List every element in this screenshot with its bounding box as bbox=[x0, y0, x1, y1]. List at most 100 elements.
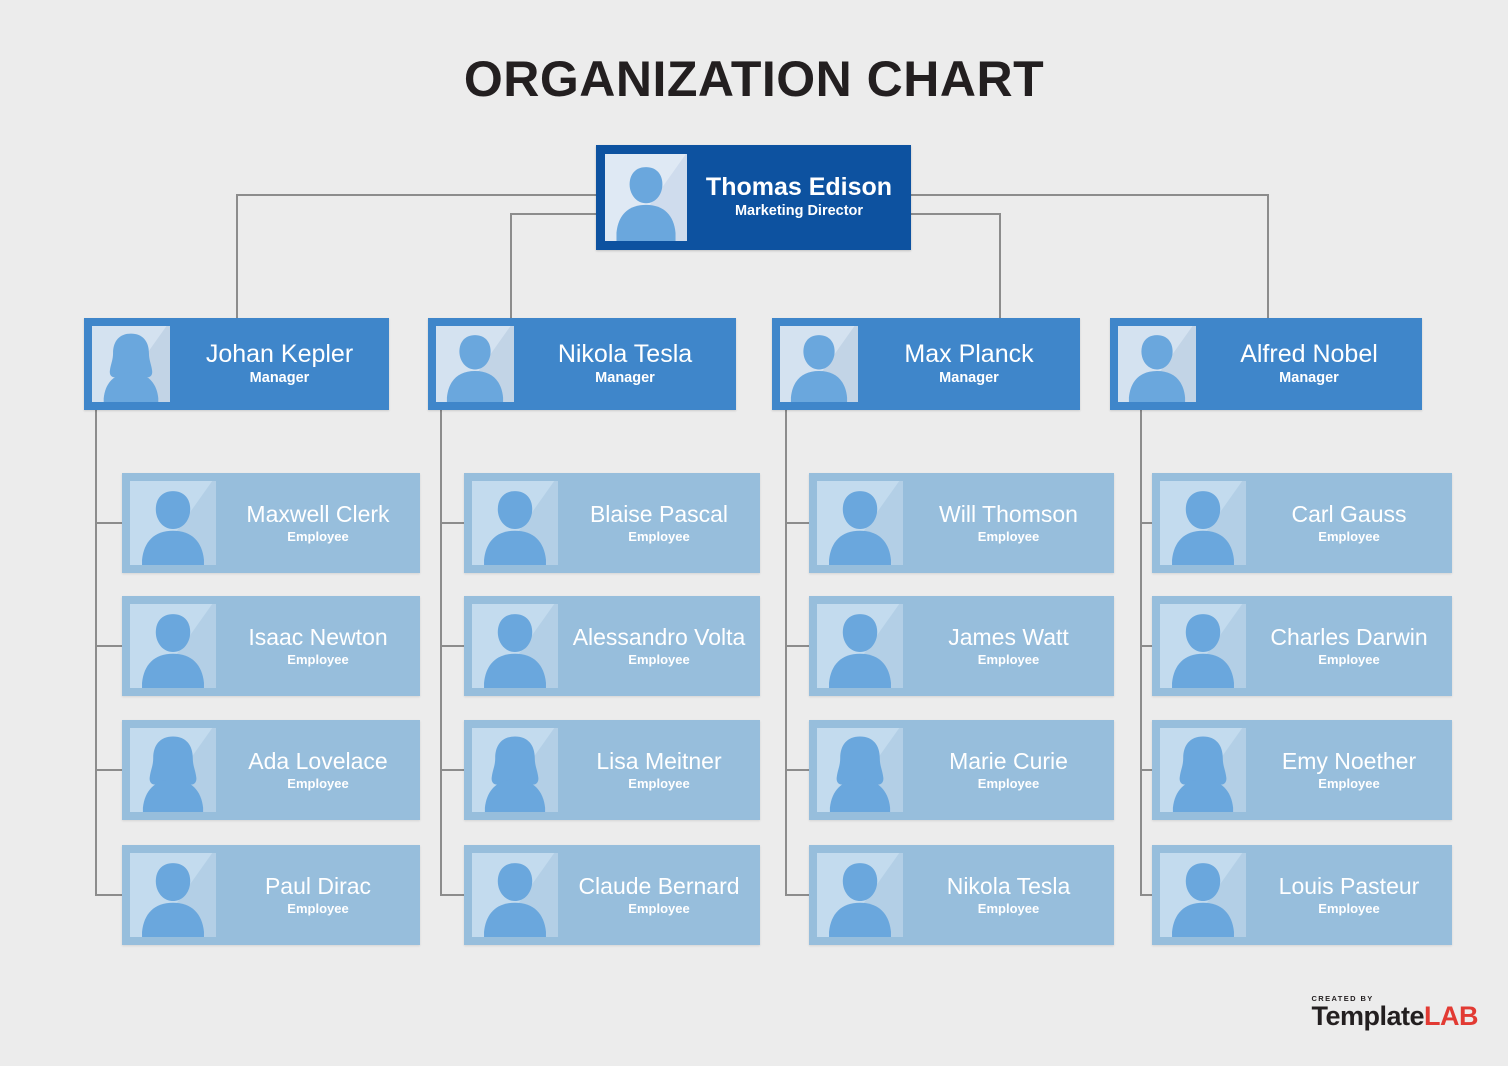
connector-column-3-stub-4 bbox=[785, 894, 809, 896]
org-node-employee-1-4[interactable]: Paul Dirac Employee bbox=[122, 845, 420, 945]
org-node-manager-1-labels: Johan Kepler Manager bbox=[170, 318, 389, 410]
org-node-name: Alessandro Volta bbox=[572, 623, 746, 650]
connector-column-3-stub-3 bbox=[785, 769, 809, 771]
org-node-name: Maxwell Clerk bbox=[246, 500, 390, 527]
male-avatar-icon bbox=[472, 604, 558, 688]
org-node-employee-4-2[interactable]: Charles Darwin Employee bbox=[1152, 596, 1452, 696]
org-node-name: Carl Gauss bbox=[1291, 500, 1407, 527]
female-avatar-icon bbox=[817, 728, 903, 812]
org-node-employee-3-4-labels: Nikola Tesla Employee bbox=[903, 845, 1114, 945]
org-node-employee-1-2-labels: Isaac Newton Employee bbox=[216, 596, 420, 696]
org-node-employee-1-3[interactable]: Ada Lovelace Employee bbox=[122, 720, 420, 820]
org-node-employee-4-3[interactable]: Emy Noether Employee bbox=[1152, 720, 1452, 820]
org-node-name: Thomas Edison bbox=[705, 173, 893, 202]
org-node-employee-1-1-labels: Maxwell Clerk Employee bbox=[216, 473, 420, 573]
org-node-employee-3-4[interactable]: Nikola Tesla Employee bbox=[809, 845, 1114, 945]
org-node-employee-2-1[interactable]: Blaise Pascal Employee bbox=[464, 473, 760, 573]
org-node-role: Employee bbox=[287, 900, 349, 916]
org-node-employee-1-1[interactable]: Maxwell Clerk Employee bbox=[122, 473, 420, 573]
org-node-employee-2-4[interactable]: Claude Bernard Employee bbox=[464, 845, 760, 945]
org-node-name: Will Thomson bbox=[939, 500, 1078, 527]
org-node-name: Alfred Nobel bbox=[1240, 339, 1378, 368]
org-node-manager-4[interactable]: Alfred Nobel Manager bbox=[1110, 318, 1422, 410]
connector-column-2-spine bbox=[440, 410, 442, 896]
male-avatar-icon bbox=[1160, 853, 1246, 937]
org-node-manager-3-labels: Max Planck Manager bbox=[858, 318, 1080, 410]
org-node-name: Claude Bernard bbox=[578, 872, 740, 899]
connector-column-2-stub-4 bbox=[440, 894, 464, 896]
org-node-employee-1-2[interactable]: Isaac Newton Employee bbox=[122, 596, 420, 696]
org-node-employee-4-3-labels: Emy Noether Employee bbox=[1246, 720, 1452, 820]
org-node-role: Manager bbox=[249, 369, 310, 386]
org-node-employee-2-1-labels: Blaise Pascal Employee bbox=[558, 473, 760, 573]
org-node-name: Ada Lovelace bbox=[248, 747, 388, 774]
male-avatar-icon bbox=[817, 604, 903, 688]
connector-root-to-col4-v bbox=[1267, 194, 1269, 318]
connector-column-3-stub-2 bbox=[785, 645, 809, 647]
org-node-role: Employee bbox=[628, 651, 690, 667]
female-avatar-icon bbox=[472, 728, 558, 812]
org-node-role: Manager bbox=[1279, 369, 1339, 386]
org-node-employee-1-3-labels: Ada Lovelace Employee bbox=[216, 720, 420, 820]
male-avatar-icon bbox=[1160, 604, 1246, 688]
org-node-role: Employee bbox=[287, 528, 349, 544]
page-title: ORGANIZATION CHART bbox=[463, 51, 1045, 107]
org-node-employee-2-3[interactable]: Lisa Meitner Employee bbox=[464, 720, 760, 820]
org-node-employee-2-2[interactable]: Alessandro Volta Employee bbox=[464, 596, 760, 696]
org-node-root[interactable]: Thomas Edison Marketing Director bbox=[596, 145, 911, 250]
connector-column-1-stub-3 bbox=[95, 769, 122, 771]
org-node-name: James Watt bbox=[948, 623, 1069, 650]
logo-wordmark: TemplateLAB bbox=[1311, 1003, 1478, 1030]
male-avatar-icon bbox=[472, 481, 558, 565]
female-avatar-icon bbox=[1160, 728, 1246, 812]
org-node-manager-2-labels: Nikola Tesla Manager bbox=[514, 318, 736, 410]
org-node-manager-2[interactable]: Nikola Tesla Manager bbox=[428, 318, 736, 410]
male-avatar-icon bbox=[130, 853, 216, 937]
org-node-employee-2-3-labels: Lisa Meitner Employee bbox=[558, 720, 760, 820]
connector-root-to-col4-h bbox=[911, 194, 1269, 196]
connector-column-4-stub-4 bbox=[1140, 894, 1152, 896]
org-node-name: Johan Kepler bbox=[205, 339, 354, 368]
org-node-employee-1-4-labels: Paul Dirac Employee bbox=[216, 845, 420, 945]
org-node-name: Max Planck bbox=[904, 339, 1034, 368]
org-node-manager-3[interactable]: Max Planck Manager bbox=[772, 318, 1080, 410]
org-node-role: Employee bbox=[1318, 528, 1380, 544]
org-node-employee-4-4[interactable]: Louis Pasteur Employee bbox=[1152, 845, 1452, 945]
male-avatar-icon bbox=[472, 853, 558, 937]
org-node-employee-3-3[interactable]: Marie Curie Employee bbox=[809, 720, 1114, 820]
org-node-role: Employee bbox=[977, 528, 1040, 544]
logo-brand-primary: Template bbox=[1311, 1001, 1424, 1031]
org-node-name: Isaac Newton bbox=[248, 623, 388, 650]
org-node-manager-1[interactable]: Johan Kepler Manager bbox=[84, 318, 389, 410]
male-avatar-icon bbox=[130, 604, 216, 688]
org-node-employee-2-2-labels: Alessandro Volta Employee bbox=[558, 596, 760, 696]
male-avatar-icon bbox=[1160, 481, 1246, 565]
org-node-role: Manager bbox=[595, 369, 655, 386]
org-node-role: Employee bbox=[1318, 775, 1380, 791]
org-node-role: Employee bbox=[1318, 900, 1380, 916]
org-node-name: Lisa Meitner bbox=[596, 747, 722, 774]
male-avatar-icon bbox=[1118, 326, 1196, 402]
connector-column-1-stub-1 bbox=[95, 522, 122, 524]
org-node-employee-3-3-labels: Marie Curie Employee bbox=[903, 720, 1114, 820]
male-avatar-icon bbox=[780, 326, 858, 402]
org-node-role: Employee bbox=[977, 900, 1040, 916]
connector-column-3-spine bbox=[785, 410, 787, 896]
org-node-name: Paul Dirac bbox=[264, 872, 372, 899]
org-node-employee-4-2-labels: Charles Darwin Employee bbox=[1246, 596, 1452, 696]
org-node-employee-3-1[interactable]: Will Thomson Employee bbox=[809, 473, 1114, 573]
org-node-employee-4-1[interactable]: Carl Gauss Employee bbox=[1152, 473, 1452, 573]
male-avatar-icon bbox=[817, 481, 903, 565]
org-node-name: Charles Darwin bbox=[1270, 623, 1428, 650]
connector-column-4-stub-2 bbox=[1140, 645, 1152, 647]
org-node-role: Employee bbox=[628, 775, 690, 791]
org-node-role: Employee bbox=[287, 651, 349, 667]
connector-column-1-stub-4 bbox=[95, 894, 122, 896]
female-avatar-icon bbox=[130, 728, 216, 812]
org-node-employee-3-2-labels: James Watt Employee bbox=[903, 596, 1114, 696]
org-node-role: Marketing Director bbox=[734, 203, 864, 220]
org-node-role: Employee bbox=[1318, 651, 1380, 667]
connector-root-to-col1-h bbox=[236, 194, 596, 196]
connector-root-to-col2-h bbox=[510, 213, 596, 215]
org-node-employee-3-2[interactable]: James Watt Employee bbox=[809, 596, 1114, 696]
